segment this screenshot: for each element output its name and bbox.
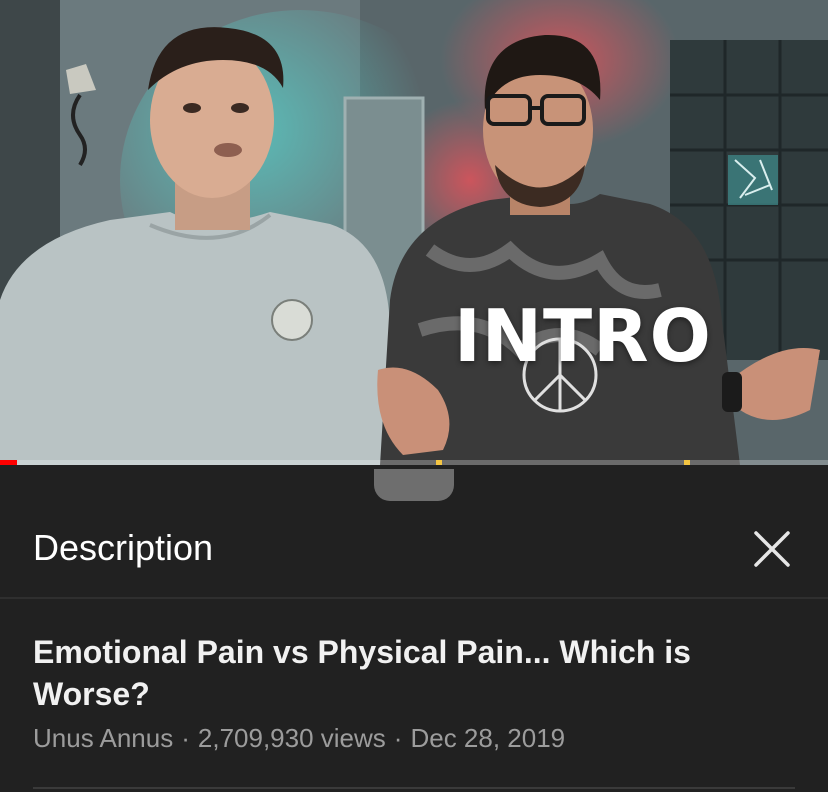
separator: · — [393, 723, 403, 753]
sheet-header: Description — [0, 501, 828, 599]
view-count: 2,709,930 views — [197, 723, 386, 753]
channel-name[interactable]: Unus Annus — [33, 723, 173, 753]
divider — [33, 787, 795, 789]
video-title: Emotional Pain vs Physical Pain... Which… — [33, 634, 691, 712]
close-icon — [754, 531, 790, 567]
video-overlay-text: INTRO — [454, 294, 712, 378]
publish-date: Dec 28, 2019 — [410, 723, 566, 753]
video-player[interactable]: INTRO — [0, 0, 828, 465]
video-frame — [0, 0, 828, 465]
description-sheet: Description Emotional Pain vs Physical P… — [0, 465, 828, 792]
video-meta: Unus Annus · 2,709,930 views · Dec 28, 2019 — [33, 723, 565, 754]
separator: · — [181, 723, 190, 753]
drag-handle[interactable] — [374, 469, 454, 501]
panel-title: Description — [33, 527, 214, 568]
close-button[interactable] — [748, 525, 796, 573]
